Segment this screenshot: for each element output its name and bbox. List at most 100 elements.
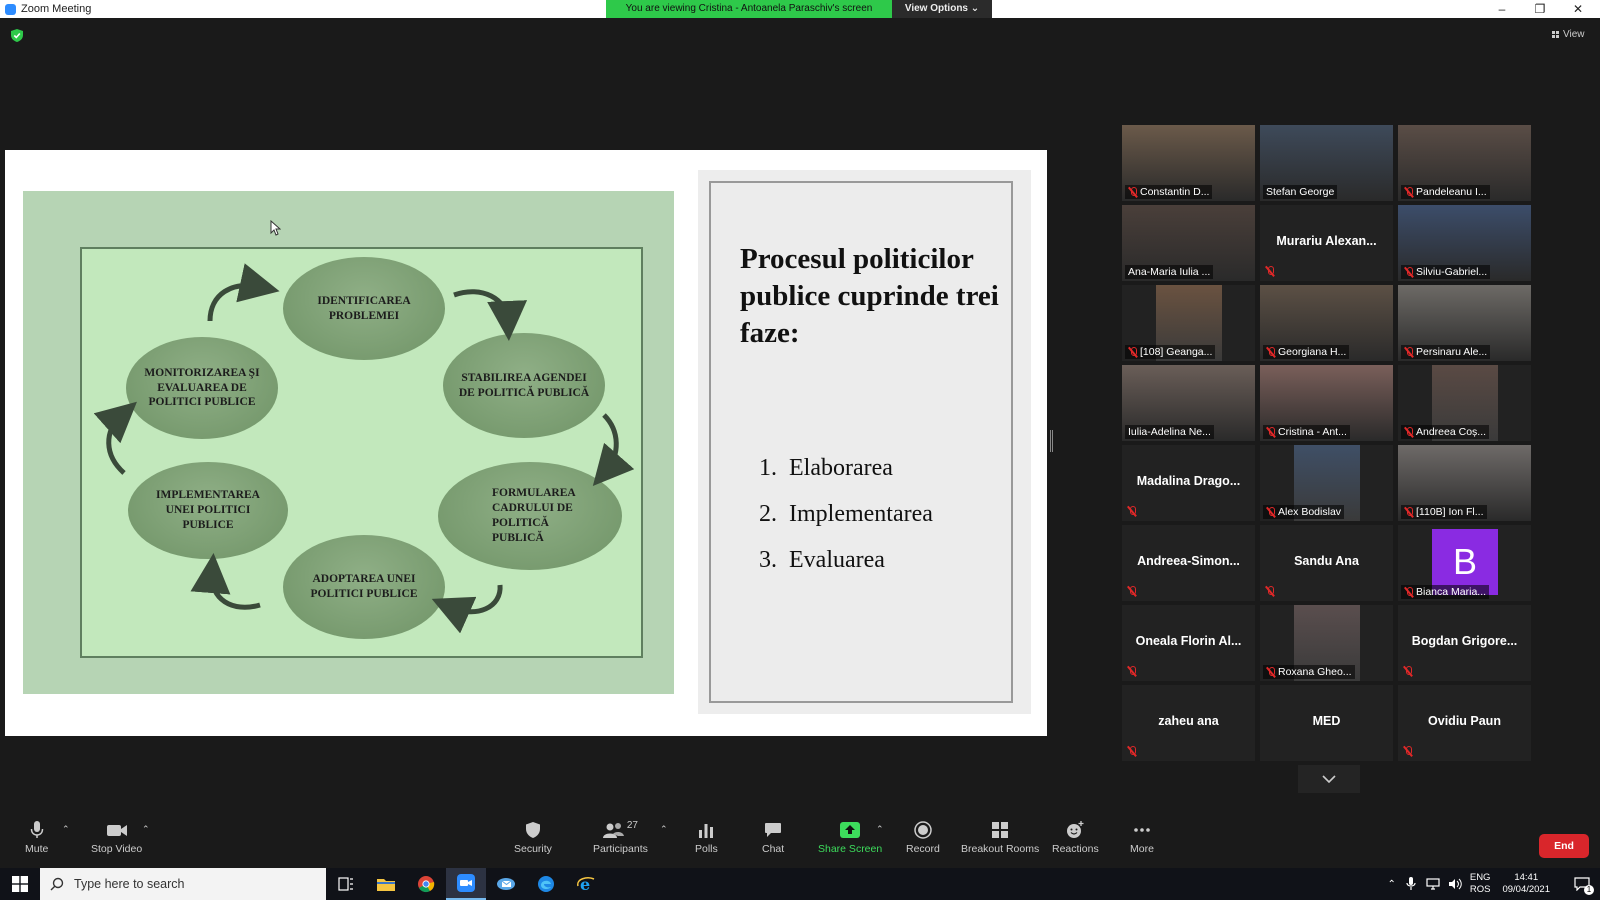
view-options-button[interactable]: View Options ⌄ — [892, 0, 992, 18]
show-hidden-icons-chevron-icon[interactable]: ⌃ — [1387, 879, 1395, 890]
participant-name: Stefan George — [1266, 186, 1335, 198]
participant-name-label: Cristina - Ant... — [1263, 425, 1350, 439]
participant-name: Iulia-Adelina Ne... — [1128, 426, 1211, 438]
input-language-indicator[interactable]: ENG ROS — [1470, 872, 1491, 896]
notification-count-badge: 1 — [1584, 885, 1594, 895]
phase-item: 2. Implementarea — [759, 501, 933, 547]
viewing-banner: You are viewing Cristina - Antoanela Par… — [606, 0, 892, 18]
mute-button[interactable]: Mute — [25, 820, 48, 855]
participants-button[interactable]: 27 Participants — [593, 820, 648, 856]
microphone-in-use-icon[interactable] — [1406, 877, 1416, 891]
taskbar-clock[interactable]: 14:41 09/04/2021 — [1502, 872, 1550, 896]
phase-text: Implementarea — [789, 501, 933, 527]
chrome-button[interactable] — [406, 868, 446, 900]
taskbar-search-box[interactable]: Type here to search — [40, 868, 326, 900]
participant-tile[interactable]: Oneala Florin Al... — [1122, 605, 1255, 681]
muted-microphone-icon — [1266, 346, 1276, 358]
security-button[interactable]: Security — [514, 820, 552, 855]
participant-tile[interactable]: Ana-Maria Iulia ... — [1122, 205, 1255, 281]
muted-microphone-icon — [1127, 746, 1137, 757]
participant-tile[interactable]: Andreea-Simon... — [1122, 525, 1255, 601]
participant-tile[interactable]: Bogdan Grigore... — [1398, 605, 1531, 681]
policy-cycle-diagram: IDENTIFICAREA PROBLEMEI STABILIREA AGEND… — [23, 191, 674, 694]
participant-tile[interactable]: Pandeleanu I... — [1398, 125, 1531, 201]
participant-tile[interactable]: Murariu Alexan... — [1260, 205, 1393, 281]
chat-button[interactable]: Chat — [762, 820, 784, 855]
windows-logo-icon — [12, 876, 28, 892]
zoom-taskbar-button[interactable] — [446, 868, 486, 900]
task-view-button[interactable] — [326, 868, 366, 900]
participant-tile[interactable]: Stefan George — [1260, 125, 1393, 201]
minimize-button[interactable]: – — [1484, 0, 1520, 18]
close-button[interactable]: ✕ — [1560, 0, 1596, 18]
participant-tile[interactable]: Sandu Ana — [1260, 525, 1393, 601]
participant-tile[interactable]: Iulia-Adelina Ne... — [1122, 365, 1255, 441]
more-button[interactable]: More — [1130, 820, 1154, 855]
reactions-button[interactable]: Reactions — [1052, 820, 1099, 855]
participant-tile[interactable]: B Bianca Maria... — [1398, 525, 1531, 601]
cycle-arrows — [93, 263, 635, 634]
participant-tile[interactable]: zaheu ana — [1122, 685, 1255, 761]
participant-name: Andreea Coș... — [1416, 426, 1487, 438]
share-screen-button[interactable]: Share Screen — [818, 820, 882, 855]
muted-microphone-icon — [1265, 266, 1275, 277]
participant-tile[interactable]: Cristina - Ant... — [1260, 365, 1393, 441]
participant-tile[interactable]: Persinaru Ale... — [1398, 285, 1531, 361]
breakout-rooms-label: Breakout Rooms — [961, 843, 1040, 855]
network-icon[interactable] — [1426, 878, 1440, 890]
participant-tile[interactable]: Silviu-Gabriel... — [1398, 205, 1531, 281]
security-label: Security — [514, 843, 552, 855]
muted-microphone-icon — [1404, 426, 1414, 438]
view-button[interactable]: View — [1552, 29, 1585, 40]
participant-tile[interactable]: [110B] Ion Fl... — [1398, 445, 1531, 521]
more-label: More — [1130, 843, 1154, 855]
encryption-shield-icon[interactable] — [11, 29, 23, 42]
polls-button[interactable]: Polls — [695, 820, 718, 855]
volume-icon[interactable] — [1448, 878, 1462, 890]
participant-name: Georgiana H... — [1278, 346, 1347, 358]
mail-app-button[interactable] — [486, 868, 526, 900]
participant-tile[interactable]: MED — [1260, 685, 1393, 761]
internet-explorer-button[interactable]: e — [566, 868, 606, 900]
search-icon — [50, 877, 64, 891]
grid-icon — [1552, 31, 1559, 38]
participants-label: Participants — [593, 843, 648, 855]
action-center-button[interactable]: 1 — [1564, 868, 1600, 900]
breakout-rooms-button[interactable]: Breakout Rooms — [961, 820, 1039, 855]
restore-button[interactable]: ❐ — [1522, 0, 1558, 18]
participant-name: Madalina Drago... — [1136, 474, 1241, 488]
end-meeting-button[interactable]: End — [1539, 834, 1589, 858]
participant-tile[interactable]: [108] Geanga... — [1122, 285, 1255, 361]
participant-tile[interactable]: Georgiana H... — [1260, 285, 1393, 361]
arrow-icon — [93, 401, 137, 475]
participant-tile[interactable]: Andreea Coș... — [1398, 365, 1531, 441]
participant-name-label: Andreea Coș... — [1401, 425, 1490, 439]
share-options-caret[interactable]: ⌃ — [876, 824, 884, 835]
panel-splitter-handle[interactable] — [1050, 430, 1053, 452]
participant-tile[interactable]: Ovidiu Paun — [1398, 685, 1531, 761]
diagram-frame: IDENTIFICAREA PROBLEMEI STABILIREA AGEND… — [80, 247, 643, 658]
participant-tile[interactable]: Roxana Gheo... — [1260, 605, 1393, 681]
file-explorer-button[interactable] — [366, 868, 406, 900]
arrow-icon — [207, 263, 280, 322]
muted-microphone-icon — [1266, 666, 1276, 678]
participant-tile[interactable]: Alex Bodislav — [1260, 445, 1393, 521]
participant-name: Andreea-Simon... — [1137, 554, 1240, 568]
participant-name-label: Constantin D... — [1125, 185, 1213, 199]
participants-options-caret[interactable]: ⌃ — [660, 824, 668, 835]
muted-microphone-icon — [1403, 666, 1413, 677]
participant-name: Ana-Maria Iulia ... — [1128, 266, 1211, 278]
record-button[interactable]: Record — [906, 820, 940, 855]
share-screen-icon — [840, 820, 861, 840]
participant-tile[interactable]: Madalina Drago... — [1122, 445, 1255, 521]
shield-icon — [525, 820, 541, 840]
audio-options-caret[interactable]: ⌃ — [62, 824, 70, 835]
edge-button[interactable] — [526, 868, 566, 900]
participant-name: Bianca Maria... — [1416, 586, 1487, 598]
stop-video-button[interactable]: Stop Video — [91, 820, 142, 855]
start-button[interactable] — [0, 868, 40, 900]
participant-tile[interactable]: Constantin D... — [1122, 125, 1255, 201]
breakout-rooms-icon — [991, 820, 1009, 840]
gallery-next-page-button[interactable] — [1298, 765, 1360, 793]
video-options-caret[interactable]: ⌃ — [142, 824, 150, 835]
